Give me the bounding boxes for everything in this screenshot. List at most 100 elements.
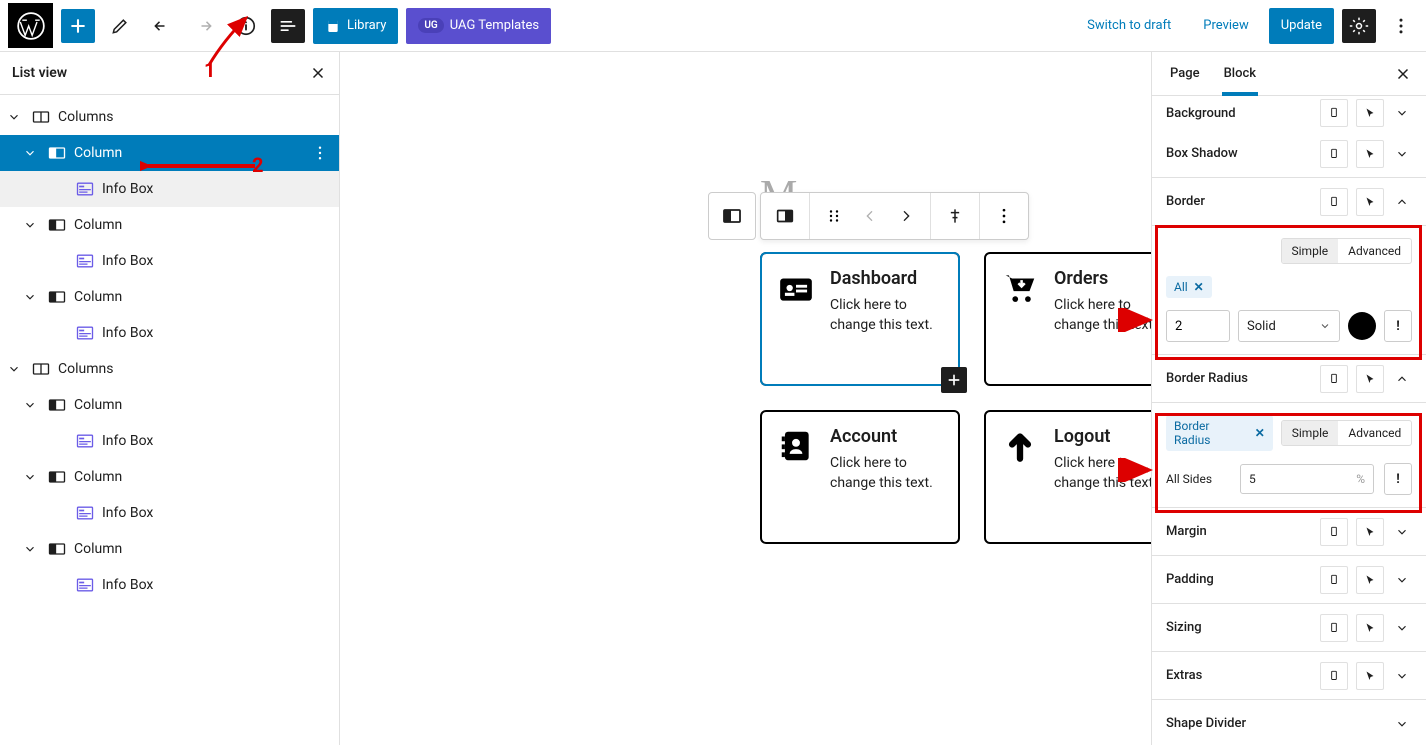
- radius-mode-toggle[interactable]: Simple Advanced: [1281, 420, 1412, 446]
- tree-row-column[interactable]: Column: [0, 531, 339, 567]
- tree-row-infobox[interactable]: Info Box: [0, 567, 339, 603]
- alignment-button[interactable]: [937, 198, 973, 234]
- info-box-card[interactable]: DashboardClick here to change this text.: [760, 252, 960, 386]
- tree-row-column[interactable]: Column: [0, 279, 339, 315]
- library-button[interactable]: Library: [313, 8, 398, 44]
- chevron-up-icon[interactable]: [1392, 195, 1412, 209]
- info-box-card[interactable]: OrdersClick here to change this text.: [984, 252, 1151, 386]
- chevron-down-icon[interactable]: [20, 398, 40, 412]
- move-left-button[interactable]: [852, 198, 888, 234]
- border-mode-advanced[interactable]: Advanced: [1338, 239, 1411, 263]
- state-hover-icon[interactable]: [1356, 614, 1384, 642]
- panel-border-radius[interactable]: Border Radius: [1152, 355, 1426, 403]
- chevron-down-icon[interactable]: [20, 470, 40, 484]
- border-reset-button[interactable]: !: [1384, 310, 1412, 342]
- radius-mode-simple[interactable]: Simple: [1282, 421, 1339, 445]
- chevron-down-icon[interactable]: [20, 146, 40, 160]
- tree-row-infobox[interactable]: Info Box: [0, 243, 339, 279]
- border-radius-chip[interactable]: Border Radius ✕: [1166, 415, 1273, 451]
- card-text[interactable]: Click here to change this text.: [1054, 453, 1151, 494]
- state-hover-icon[interactable]: [1356, 140, 1384, 168]
- border-color-swatch[interactable]: [1348, 312, 1376, 340]
- settings-button[interactable]: [1342, 9, 1376, 43]
- device-desktop-icon[interactable]: [1320, 518, 1348, 546]
- device-desktop-icon[interactable]: [1320, 140, 1348, 168]
- state-hover-icon[interactable]: [1356, 365, 1384, 393]
- panel-extras[interactable]: Extras: [1152, 652, 1426, 700]
- more-options-button[interactable]: [1384, 9, 1418, 43]
- close-icon[interactable]: ✕: [1255, 426, 1265, 440]
- tree-row-infobox[interactable]: Info Box: [0, 423, 339, 459]
- chevron-down-icon[interactable]: [1392, 621, 1412, 635]
- device-desktop-icon[interactable]: [1320, 365, 1348, 393]
- radius-value-input[interactable]: 5 %: [1240, 464, 1374, 494]
- edit-mode-button[interactable]: [103, 9, 137, 43]
- panel-boxshadow[interactable]: Box Shadow: [1152, 130, 1426, 178]
- card-text[interactable]: Click here to change this text.: [830, 295, 944, 336]
- tab-page[interactable]: Page: [1158, 52, 1212, 95]
- chevron-down-icon[interactable]: [20, 542, 40, 556]
- tab-block[interactable]: Block: [1212, 52, 1268, 95]
- redo-button[interactable]: [187, 9, 221, 43]
- row-more-button[interactable]: [311, 144, 329, 162]
- tree-row-columns[interactable]: Columns: [0, 99, 339, 135]
- preview-button[interactable]: Preview: [1191, 8, 1260, 44]
- device-desktop-icon[interactable]: [1320, 566, 1348, 594]
- info-box-card[interactable]: AccountClick here to change this text.: [760, 410, 960, 544]
- state-hover-icon[interactable]: [1356, 188, 1384, 216]
- chevron-down-icon[interactable]: [1392, 717, 1412, 731]
- tree-row-infobox[interactable]: Info Box: [0, 495, 339, 531]
- info-box-card[interactable]: LogoutClick here to change this text.: [984, 410, 1151, 544]
- border-all-chip[interactable]: All ✕: [1166, 276, 1212, 298]
- switch-to-draft-button[interactable]: Switch to draft: [1075, 8, 1183, 44]
- chevron-up-icon[interactable]: [1392, 372, 1412, 386]
- border-mode-simple[interactable]: Simple: [1282, 239, 1339, 263]
- tree-row-columns[interactable]: Columns: [0, 351, 339, 387]
- tree-row-column[interactable]: Column: [0, 387, 339, 423]
- device-desktop-icon[interactable]: [1320, 99, 1348, 127]
- document-info-button[interactable]: [229, 9, 263, 43]
- border-mode-toggle[interactable]: Simple Advanced: [1281, 238, 1412, 264]
- list-view-close-button[interactable]: [309, 64, 327, 82]
- tree-row-column[interactable]: Column: [0, 207, 339, 243]
- border-width-input[interactable]: [1166, 310, 1230, 342]
- chevron-down-icon[interactable]: [20, 218, 40, 232]
- state-hover-icon[interactable]: [1356, 566, 1384, 594]
- drag-handle[interactable]: [816, 198, 852, 234]
- add-block-button[interactable]: [61, 9, 95, 43]
- block-type-button[interactable]: [767, 198, 803, 234]
- chevron-down-icon[interactable]: [1392, 573, 1412, 587]
- card-text[interactable]: Click here to change this text.: [1054, 295, 1151, 336]
- wordpress-logo[interactable]: [8, 3, 53, 48]
- state-hover-icon[interactable]: [1356, 99, 1384, 127]
- state-hover-icon[interactable]: [1356, 518, 1384, 546]
- tree-row-infobox[interactable]: Info Box: [0, 315, 339, 351]
- device-desktop-icon[interactable]: [1320, 662, 1348, 690]
- device-desktop-icon[interactable]: [1320, 614, 1348, 642]
- radius-mode-advanced[interactable]: Advanced: [1338, 421, 1411, 445]
- uag-templates-button[interactable]: UG UAG Templates: [406, 8, 551, 44]
- chevron-down-icon[interactable]: [1392, 147, 1412, 161]
- tree-row-column[interactable]: Column: [0, 459, 339, 495]
- chevron-down-icon[interactable]: [4, 110, 24, 124]
- chevron-down-icon[interactable]: [4, 362, 24, 376]
- panel-padding[interactable]: Padding: [1152, 556, 1426, 604]
- device-desktop-icon[interactable]: [1320, 188, 1348, 216]
- state-hover-icon[interactable]: [1356, 662, 1384, 690]
- add-inner-block-button[interactable]: [941, 367, 967, 393]
- undo-button[interactable]: [145, 9, 179, 43]
- radius-reset-button[interactable]: !: [1384, 463, 1412, 495]
- chevron-down-icon[interactable]: [1392, 106, 1412, 120]
- parent-block-button[interactable]: [708, 192, 756, 240]
- tree-row-column[interactable]: Column: [0, 135, 339, 171]
- sidebar-close-button[interactable]: [1386, 65, 1420, 83]
- tree-row-infobox[interactable]: Info Box: [0, 171, 339, 207]
- chevron-down-icon[interactable]: [1392, 669, 1412, 683]
- list-view-button[interactable]: [271, 9, 305, 43]
- panel-border[interactable]: Border: [1152, 178, 1426, 226]
- border-style-select[interactable]: Solid: [1238, 310, 1340, 342]
- panel-background[interactable]: Background: [1152, 96, 1426, 130]
- close-icon[interactable]: ✕: [1194, 280, 1204, 294]
- chevron-down-icon[interactable]: [20, 290, 40, 304]
- update-button[interactable]: Update: [1269, 8, 1334, 44]
